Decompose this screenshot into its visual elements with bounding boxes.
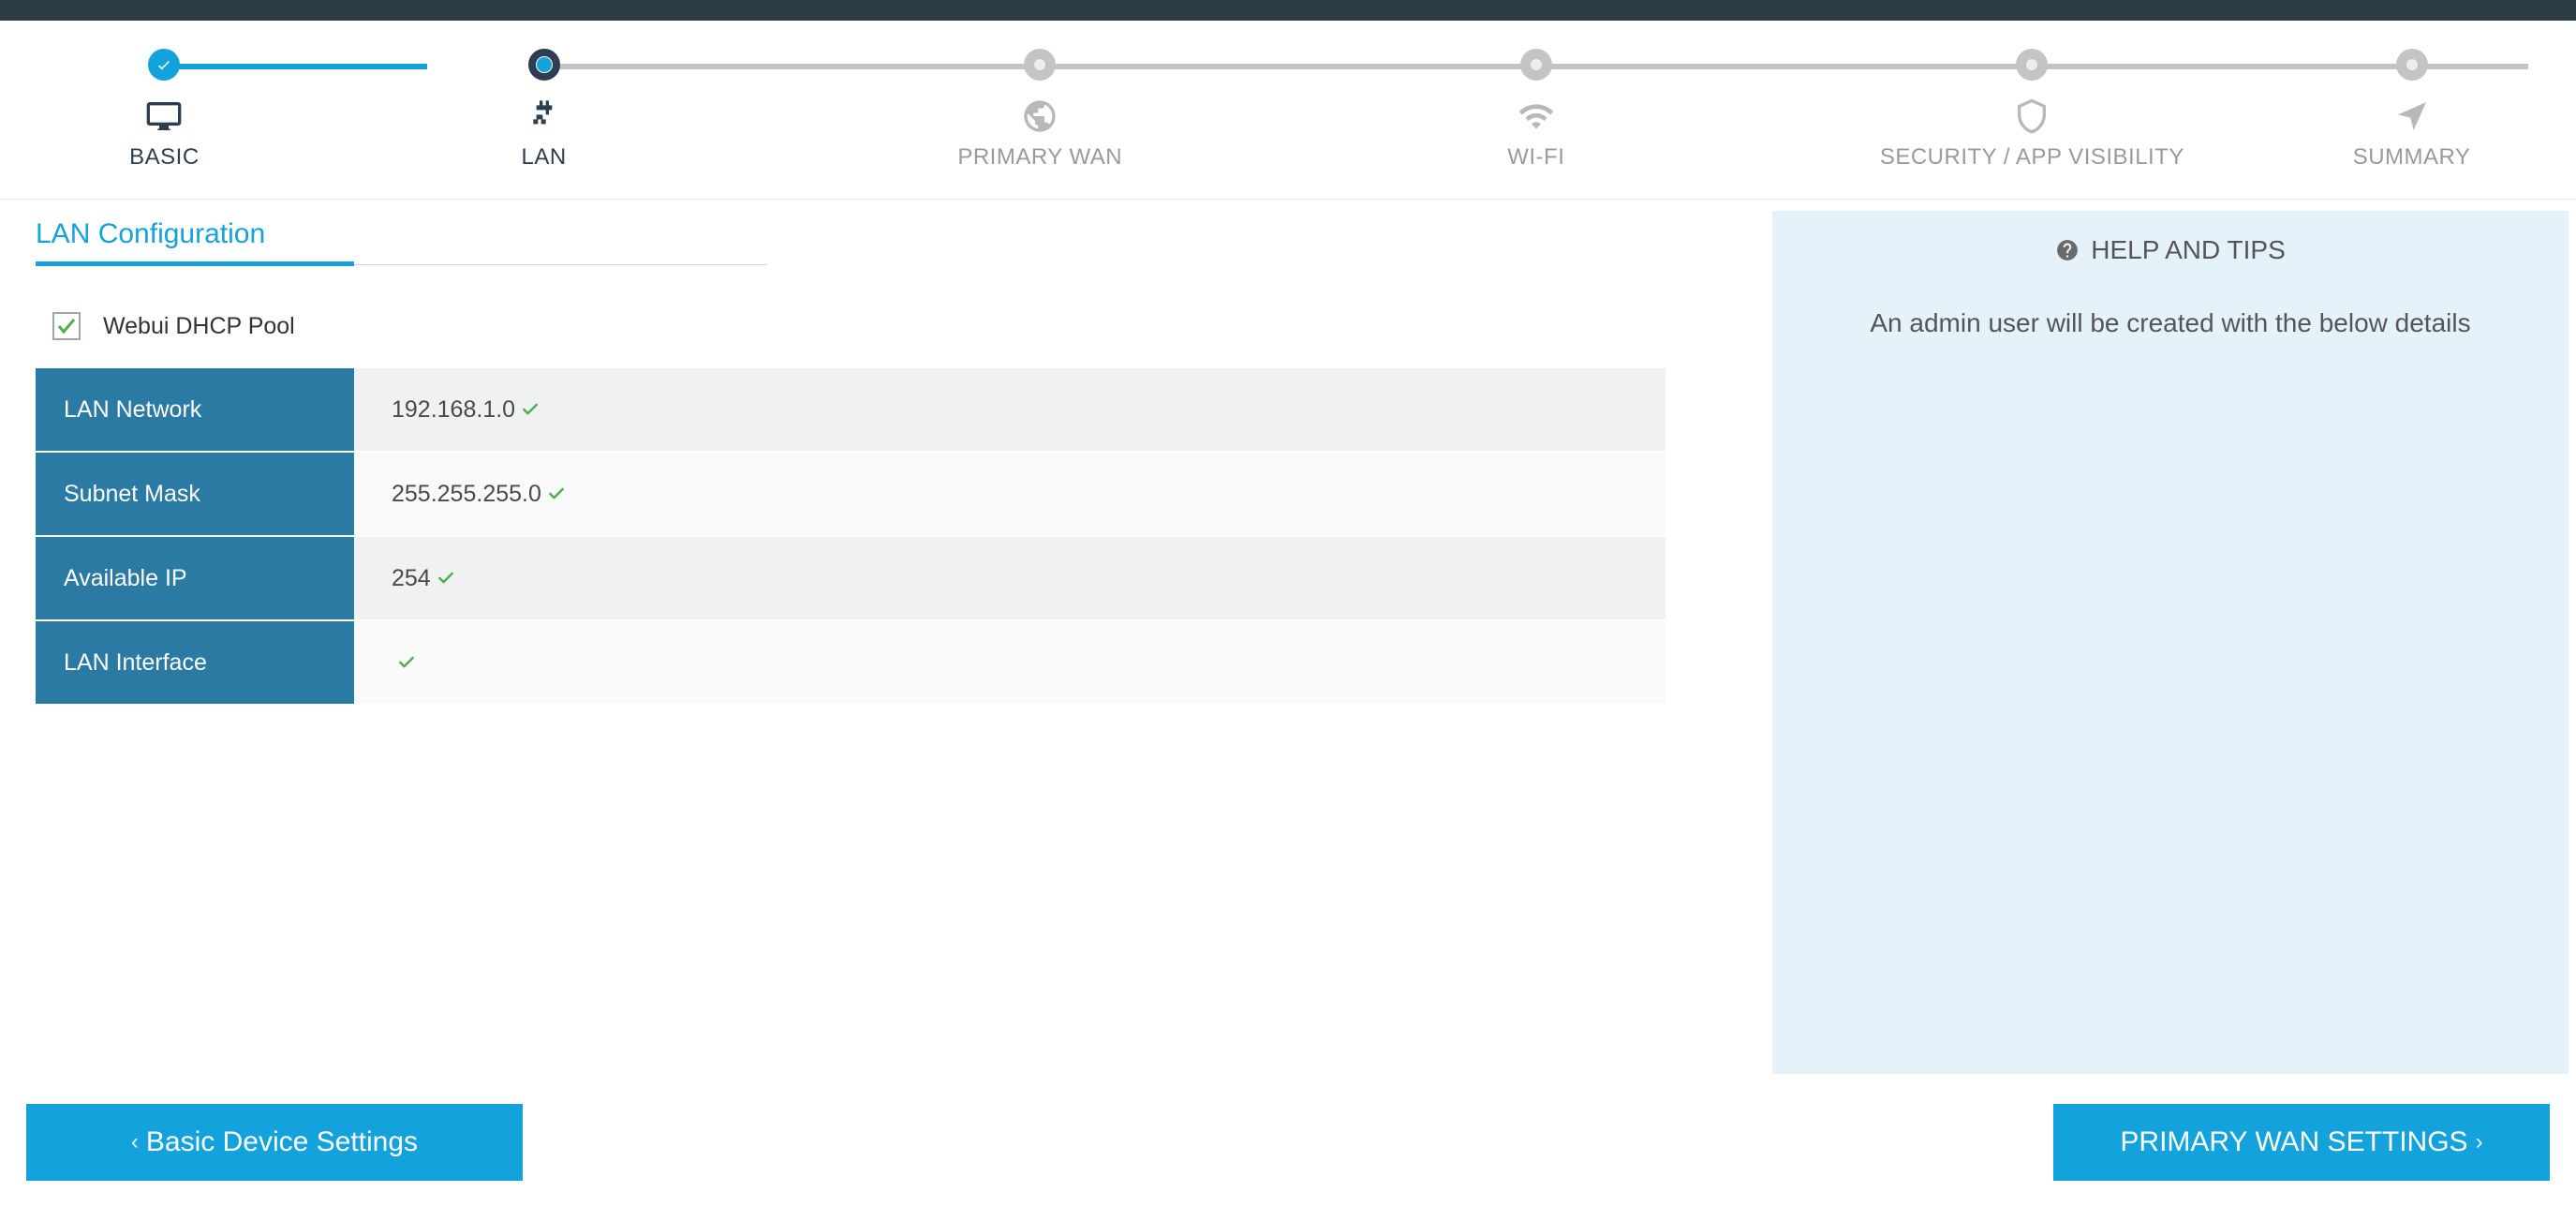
step-circle-pending: [2016, 49, 2048, 81]
config-table: LAN Network 192.168.1.0 Subnet Mask 255.…: [36, 368, 1666, 706]
step-line: [1040, 64, 1536, 69]
field-value[interactable]: 254: [354, 537, 1666, 619]
step-line: [164, 64, 427, 69]
globe-icon: [792, 97, 1288, 135]
step-label: BASIC: [33, 144, 296, 171]
check-icon: [155, 56, 172, 73]
help-title-text: HELP AND TIPS: [2091, 235, 2286, 265]
row-subnet-mask: Subnet Mask 255.255.255.0: [36, 453, 1666, 537]
field-value[interactable]: [354, 621, 1666, 704]
valid-check-icon: [437, 569, 455, 588]
valid-check-icon: [521, 400, 540, 419]
step-basic[interactable]: BASIC: [33, 49, 296, 171]
step-line: [2032, 64, 2528, 69]
wifi-icon: [1288, 97, 1784, 135]
next-button[interactable]: PRIMARY WAN SETTINGS ›: [2053, 1104, 2550, 1181]
help-body: An admin user will be created with the b…: [1800, 305, 2540, 341]
network-icon: [296, 97, 792, 135]
valid-check-icon: [547, 484, 566, 503]
chevron-left-icon: ‹: [131, 1129, 139, 1155]
step-circle-completed: [148, 49, 180, 81]
step-label: PRIMARY WAN: [792, 144, 1288, 171]
row-available-ip: Available IP 254: [36, 537, 1666, 621]
field-label: LAN Interface: [36, 621, 354, 704]
step-label: LAN: [296, 144, 792, 171]
checkmark-icon: [55, 315, 78, 337]
field-value[interactable]: 255.255.255.0: [354, 453, 1666, 535]
stepper: BASIC LAN PRIMARY WAN WI-F: [0, 21, 2576, 200]
step-label: WI-FI: [1288, 144, 1784, 171]
row-lan-interface: LAN Interface: [36, 621, 1666, 706]
footer: ‹ Basic Device Settings PRIMARY WAN SETT…: [0, 1085, 2576, 1207]
section-title: LAN Configuration: [36, 218, 1744, 261]
title-underline-rest: [354, 264, 766, 265]
field-value[interactable]: 192.168.1.0: [354, 368, 1666, 451]
value-text: 254: [392, 565, 431, 592]
arrow-icon: [2280, 97, 2543, 135]
dhcp-pool-checkbox[interactable]: [52, 312, 81, 340]
step-label: SECURITY / APP VISIBILITY: [1784, 144, 2281, 171]
step-circle-current: [528, 49, 560, 81]
field-label: LAN Network: [36, 368, 354, 451]
step-line: [1536, 64, 2033, 69]
dhcp-pool-checkbox-row: Webui DHCP Pool: [52, 312, 1744, 340]
value-text: 255.255.255.0: [392, 481, 541, 508]
title-underline: [36, 261, 354, 266]
help-sidebar: HELP AND TIPS An admin user will be crea…: [1772, 211, 2569, 1074]
step-circle-pending: [1520, 49, 1552, 81]
valid-check-icon: [397, 653, 416, 672]
main-panel: LAN Configuration Webui DHCP Pool LAN Ne…: [0, 200, 1772, 1085]
next-button-label: PRIMARY WAN SETTINGS: [2120, 1126, 2467, 1158]
field-label: Available IP: [36, 537, 354, 619]
field-label: Subnet Mask: [36, 453, 354, 535]
back-button[interactable]: ‹ Basic Device Settings: [26, 1104, 523, 1181]
help-title: HELP AND TIPS: [2055, 235, 2286, 265]
back-button-label: Basic Device Settings: [146, 1126, 418, 1158]
help-icon: [2055, 238, 2080, 262]
row-lan-network: LAN Network 192.168.1.0: [36, 368, 1666, 453]
step-circle-pending: [2396, 49, 2428, 81]
dhcp-pool-label: Webui DHCP Pool: [103, 313, 295, 340]
top-bar: [0, 0, 2576, 21]
shield-icon: [1784, 97, 2281, 135]
monitor-icon: [33, 97, 296, 135]
step-label: SUMMARY: [2280, 144, 2543, 171]
step-line: [544, 64, 1041, 69]
value-text: 192.168.1.0: [392, 396, 515, 424]
step-circle-pending: [1024, 49, 1056, 81]
chevron-right-icon: ›: [2476, 1129, 2483, 1155]
